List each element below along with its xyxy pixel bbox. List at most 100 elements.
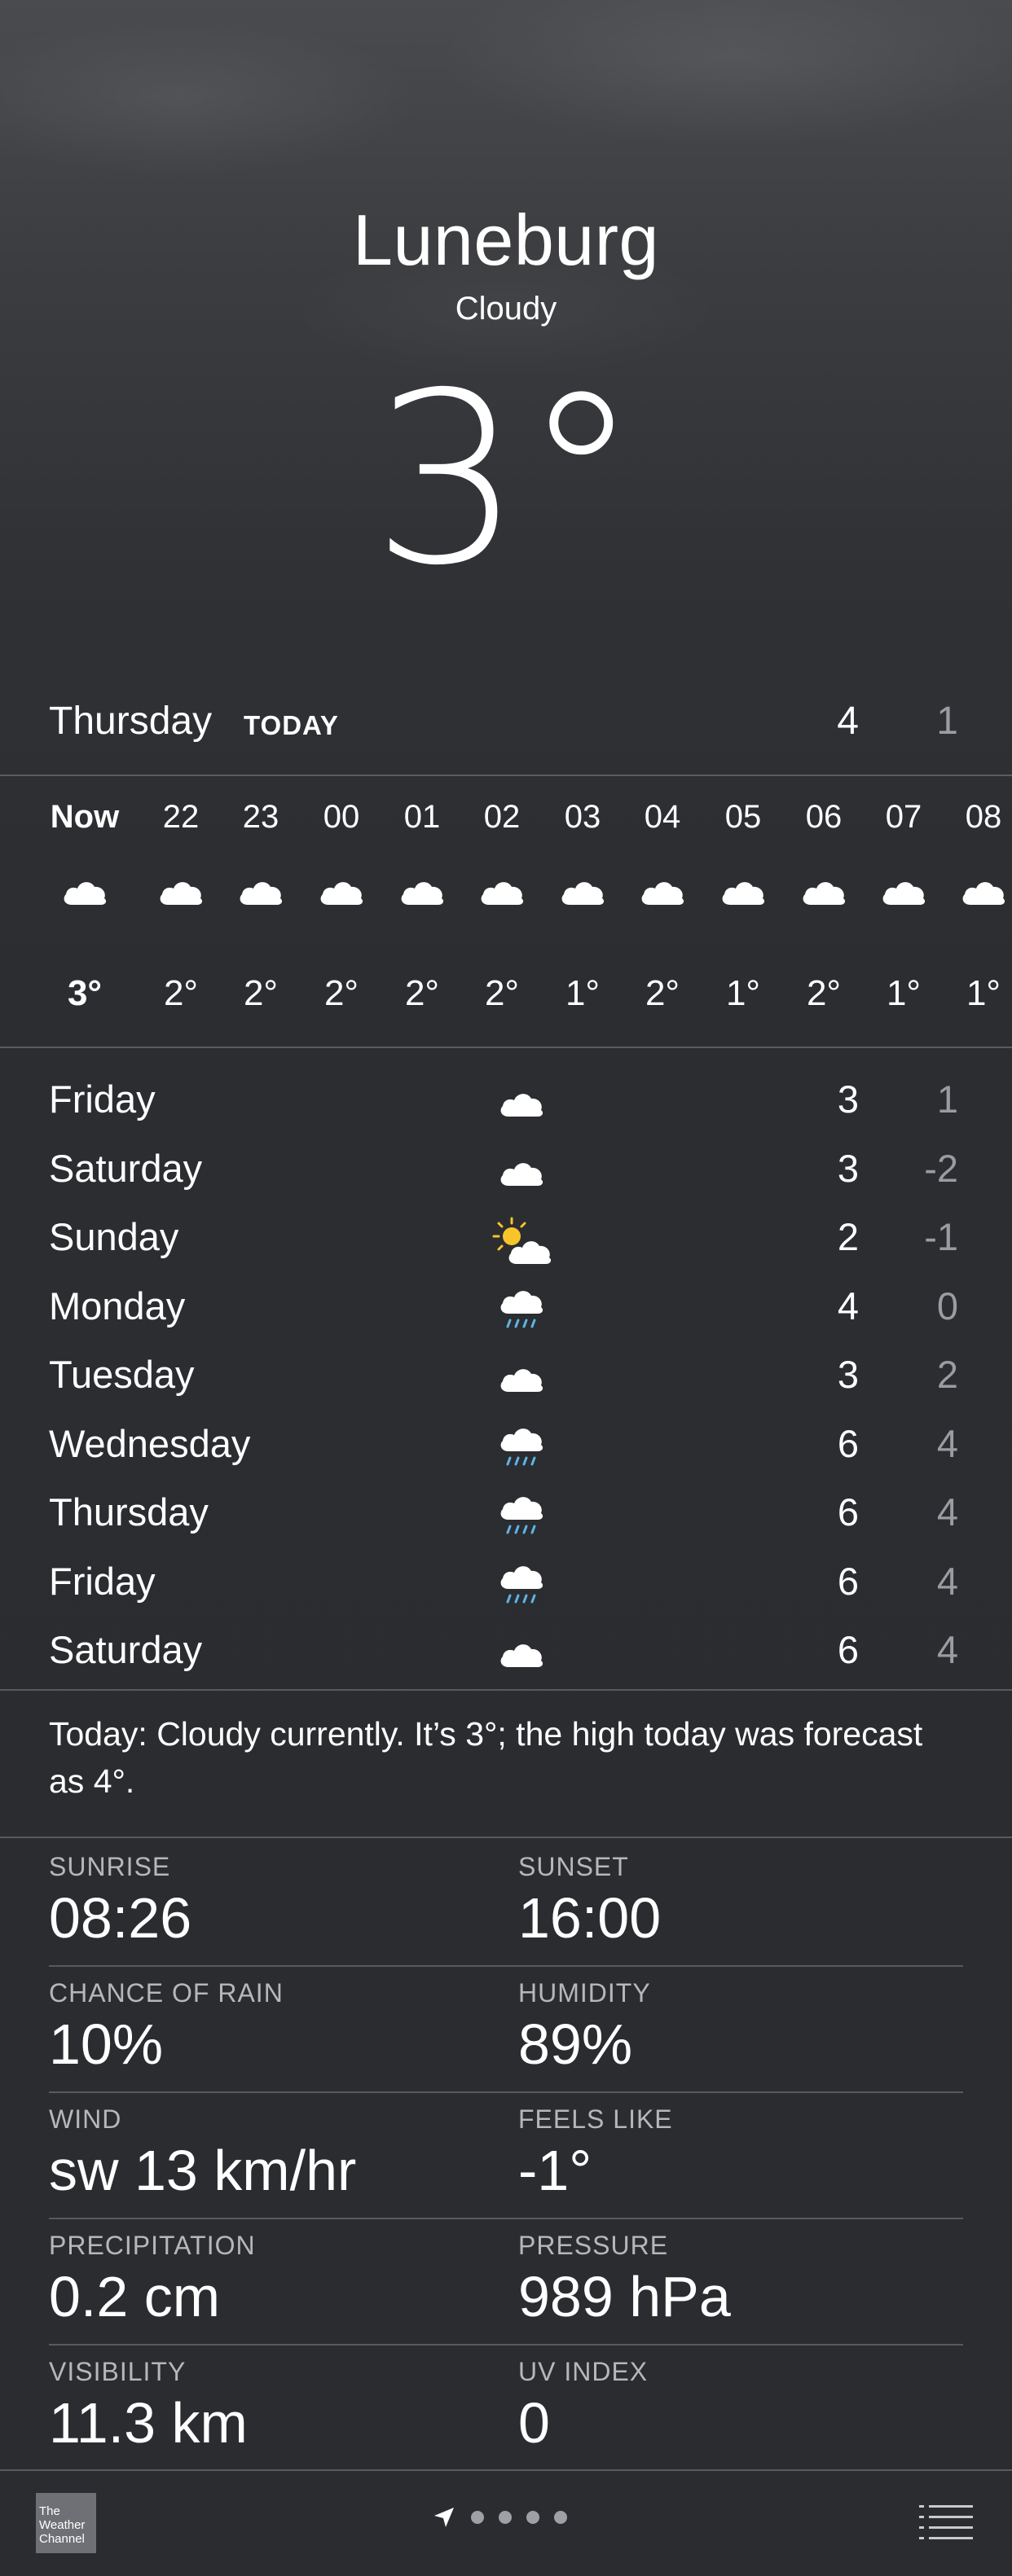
hour-item: 01 2° — [381, 778, 463, 1038]
hourly-forecast[interactable]: Now 3° 22 2° 23 2° 00 2° 01 2° 02 2° 03 … — [0, 778, 1012, 1038]
sunset-value: 16:00 — [518, 1886, 662, 1950]
page-dot — [554, 2511, 567, 2524]
rain-icon — [500, 1565, 543, 1603]
sunset-cell: SUNSET 16:00 — [518, 1841, 661, 1950]
hour-time: 03 — [564, 799, 601, 835]
hour-time: 06 — [805, 799, 843, 835]
daily-high: 3 — [837, 1353, 859, 1396]
daily-day: Thursday — [49, 1490, 209, 1534]
hour-time: 08 — [965, 799, 1002, 835]
daily-high: 6 — [837, 1628, 859, 1671]
rain-icon — [500, 1497, 543, 1534]
hour-temp: 1° — [886, 973, 922, 1013]
daily-low: 2 — [936, 1353, 958, 1396]
page-dot — [526, 2511, 539, 2524]
hour-item: 02 2° — [461, 778, 543, 1038]
pressure-cell: PRESSURE 989 hPa — [518, 2219, 731, 2328]
daily-day: Sunday — [49, 1215, 179, 1258]
cloud-icon — [497, 1156, 546, 1189]
daily-high: 6 — [837, 1490, 859, 1534]
list-icon[interactable] — [919, 2504, 973, 2541]
weather-details: SUNRISE 08:26 SUNSET 16:00 CHANCE OF RAI… — [49, 1841, 963, 2472]
daily-high: 6 — [837, 1421, 859, 1465]
visibility-value: 11.3 km — [49, 2391, 248, 2455]
daily-low: -2 — [924, 1146, 958, 1190]
hour-temp: 1° — [565, 973, 601, 1013]
daily-day: Saturday — [49, 1628, 203, 1671]
visibility-label: VISIBILITY — [49, 2357, 187, 2386]
daily-row: Wednesday 6 4 — [49, 1413, 963, 1482]
hour-temp: 2° — [484, 973, 520, 1013]
precipitation-value: 0.2 cm — [49, 2265, 221, 2328]
pressure-value: 989 hPa — [518, 2265, 731, 2328]
hour-item: 22 2° — [140, 778, 222, 1038]
sunrise-label: SUNRISE — [49, 1852, 171, 1881]
hour-time: 05 — [724, 799, 762, 835]
today-day: Thursday — [49, 700, 213, 743]
cloud-icon — [799, 875, 848, 908]
hour-item: 04 2° — [622, 778, 703, 1038]
daily-day: Monday — [49, 1284, 186, 1327]
rain-icon — [500, 1428, 543, 1465]
hour-time: Now — [50, 799, 120, 835]
today-summary: Today: Cloudy currently. It’s 3°; the hi… — [49, 1715, 923, 1800]
daily-high: 4 — [837, 1284, 859, 1327]
wind-value: sw 13 km/hr — [49, 2139, 357, 2202]
daily-low: 1 — [936, 1077, 958, 1121]
hour-time: 22 — [162, 799, 200, 835]
uv-index-label: UV INDEX — [518, 2357, 649, 2386]
location-arrow-icon — [434, 2508, 454, 2527]
today-label: TODAY — [244, 710, 339, 740]
hour-time: 00 — [323, 799, 360, 835]
precipitation-label: PRECIPITATION — [49, 2231, 256, 2260]
cloud-icon — [497, 1087, 546, 1120]
sunrise-cell: SUNRISE 08:26 — [49, 1841, 191, 1950]
daily-high: 6 — [837, 1559, 859, 1603]
hour-item: 23 2° — [220, 778, 301, 1038]
weather-channel-logo[interactable]: The Weather Channel — [36, 2493, 96, 2553]
precipitation-cell: PRECIPITATION 0.2 cm — [49, 2219, 256, 2328]
hour-temp: 2° — [645, 973, 680, 1013]
humidity-value: 89% — [518, 2012, 633, 2076]
page-indicator[interactable] — [432, 2505, 567, 2530]
hour-item: 05 1° — [702, 778, 784, 1038]
hour-temp: 2° — [163, 973, 199, 1013]
current-temperature: 3° — [372, 343, 640, 617]
hour-time: 23 — [242, 799, 279, 835]
today-high: 4 — [837, 700, 859, 743]
hour-temp: 2° — [404, 973, 440, 1013]
hour-temp: 2° — [806, 973, 842, 1013]
cloud-icon — [497, 1638, 546, 1670]
daily-day: Friday — [49, 1559, 156, 1603]
feels-like-cell: FEELS LIKE -1° — [518, 2093, 673, 2202]
daily-day: Saturday — [49, 1146, 203, 1190]
cloud-icon — [60, 875, 109, 908]
humidity-label: HUMIDITY — [518, 1978, 651, 2008]
divider — [0, 1047, 1012, 1048]
today-low: 1 — [936, 700, 958, 743]
current-condition: Cloudy — [455, 291, 557, 327]
daily-high: 2 — [837, 1215, 859, 1258]
daily-low: 4 — [936, 1421, 958, 1465]
detail-row: WIND sw 13 km/hr FEELS LIKE -1° — [49, 2093, 963, 2219]
wind-label: WIND — [49, 2104, 122, 2134]
hour-item: 00 2° — [301, 778, 382, 1038]
location-header: Luneburg Cloudy — [0, 195, 1012, 329]
hour-time: 07 — [885, 799, 922, 835]
cloud-icon — [398, 875, 447, 908]
cloud-icon — [236, 875, 285, 908]
pressure-label: PRESSURE — [518, 2231, 669, 2260]
daily-row: Tuesday 3 2 — [49, 1344, 963, 1413]
cloud-icon — [879, 875, 928, 908]
cloud-icon — [719, 875, 768, 908]
daily-row: Thursday 6 4 — [49, 1481, 963, 1551]
hour-time: 02 — [483, 799, 521, 835]
daily-day: Wednesday — [49, 1421, 251, 1465]
detail-row: SUNRISE 08:26 SUNSET 16:00 — [49, 1841, 963, 1967]
today-row: Thursday TODAY 4 1 — [49, 694, 963, 754]
detail-row: PRECIPITATION 0.2 cm PRESSURE 989 hPa — [49, 2219, 963, 2346]
chance-of-rain-label: CHANCE OF RAIN — [49, 1978, 284, 2008]
cloud-icon — [156, 875, 205, 908]
hour-item: 03 1° — [542, 778, 623, 1038]
divider — [0, 1689, 1012, 1691]
